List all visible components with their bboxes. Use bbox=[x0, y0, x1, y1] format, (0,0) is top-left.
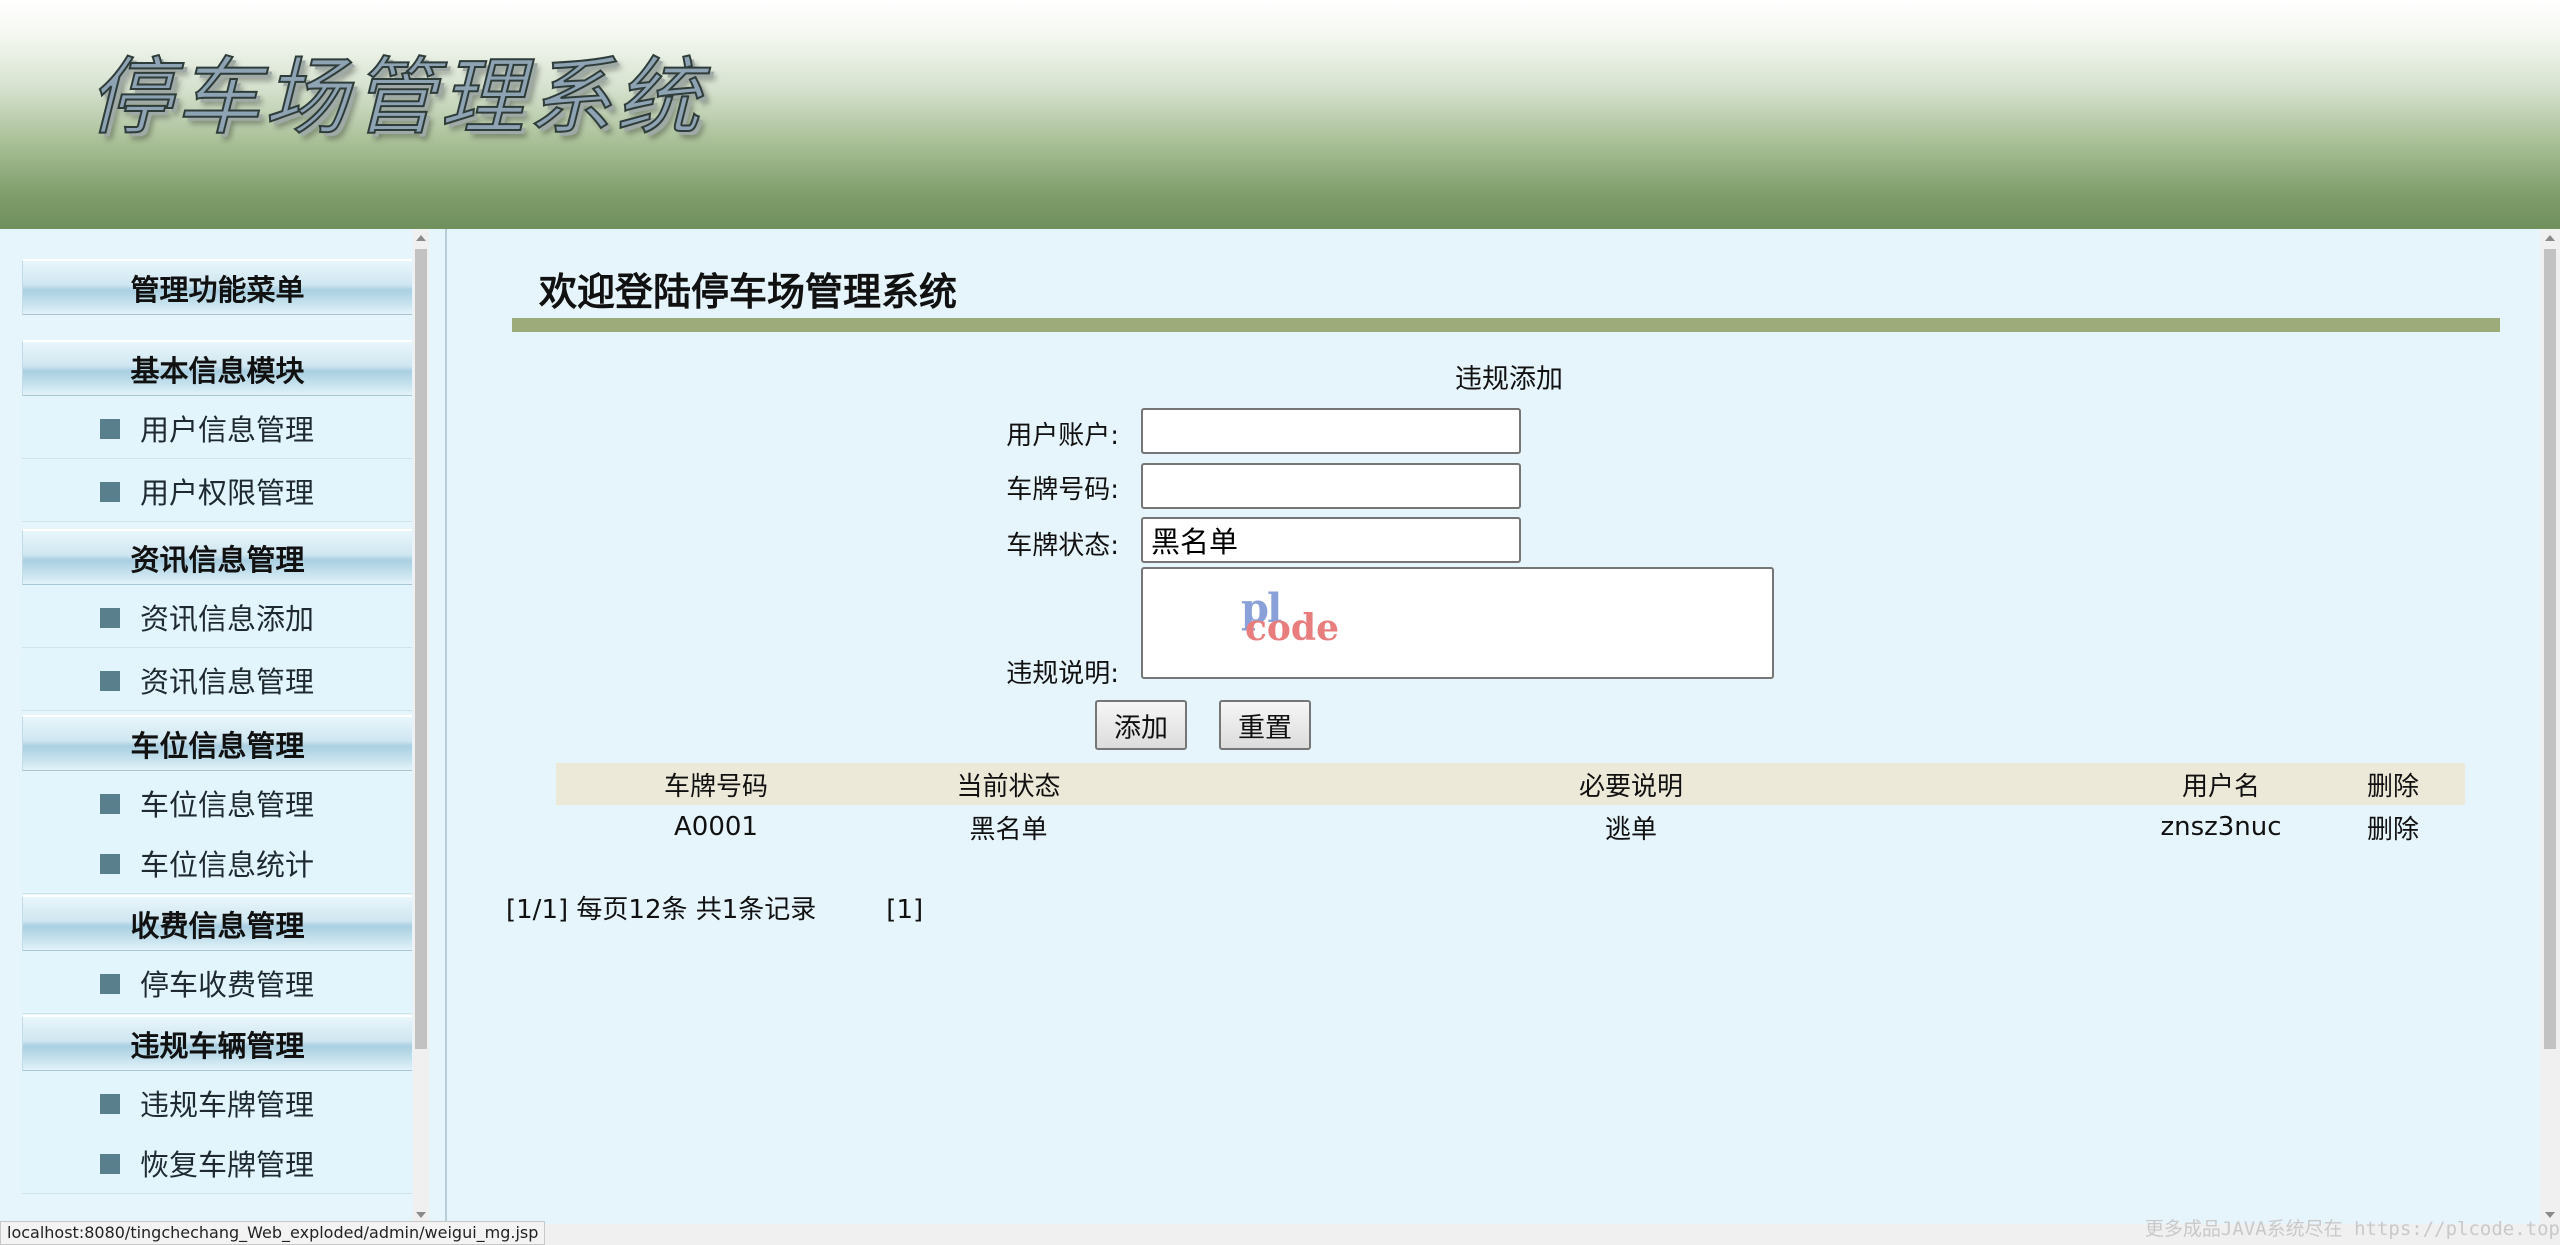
sidebar-item-restore-plate[interactable]: 恢复车牌管理 bbox=[22, 1132, 412, 1194]
column-username: 用户名 bbox=[2121, 763, 2321, 805]
sidebar-item-label: 车位信息统计 bbox=[140, 847, 315, 882]
sidebar-item-user-permission[interactable]: 用户权限管理 bbox=[22, 460, 412, 522]
menu-title: 管理功能菜单 bbox=[22, 259, 412, 315]
section-news-info[interactable]: 资讯信息管理 bbox=[22, 529, 412, 585]
column-description: 必要说明 bbox=[1141, 763, 2121, 805]
header-banner: 停车场管理系统 bbox=[0, 0, 2560, 229]
sidebar-item-news-add[interactable]: 资讯信息添加 bbox=[22, 586, 412, 648]
sidebar-item-user-info[interactable]: 用户信息管理 bbox=[22, 397, 412, 459]
column-delete: 删除 bbox=[2321, 763, 2465, 805]
section-fee-info[interactable]: 收费信息管理 bbox=[22, 895, 412, 951]
bullet-square-icon bbox=[100, 608, 120, 628]
scroll-up-arrow-icon[interactable] bbox=[416, 235, 426, 241]
sidebar-item-label: 用户权限管理 bbox=[140, 475, 315, 510]
reset-button[interactable]: 重置 bbox=[1219, 700, 1311, 750]
sidebar-item-label: 资讯信息添加 bbox=[140, 601, 315, 636]
sidebar-item-label: 用户信息管理 bbox=[140, 412, 315, 447]
sidebar-item-space-stats[interactable]: 车位信息统计 bbox=[22, 832, 412, 894]
pagination: [1/1] 每页12条 共1条记录 [1] bbox=[506, 889, 923, 926]
section-basic-info[interactable]: 基本信息模块 bbox=[22, 340, 412, 396]
plate-status-label: 车牌状态: bbox=[1006, 531, 1119, 561]
sidebar-item-parking-fee[interactable]: 停车收费管理 bbox=[22, 952, 412, 1014]
sidebar-item-label: 恢复车牌管理 bbox=[140, 1147, 315, 1182]
sidebar-item-space-manage[interactable]: 车位信息管理 bbox=[22, 772, 412, 834]
section-violation-vehicle[interactable]: 违规车辆管理 bbox=[22, 1015, 412, 1071]
bullet-square-icon bbox=[100, 1094, 120, 1114]
sidebar-item-label: 违规车牌管理 bbox=[140, 1087, 315, 1122]
sidebar-item-label: 资讯信息管理 bbox=[140, 664, 315, 699]
title-divider bbox=[512, 318, 2500, 332]
cell-description: 逃单 bbox=[1604, 814, 1657, 845]
delete-link[interactable]: 删除 bbox=[2321, 805, 2465, 849]
column-current-status: 当前状态 bbox=[876, 763, 1141, 805]
cell-plate-number: A0001 bbox=[674, 812, 758, 842]
cell-current-status: 黑名单 bbox=[969, 814, 1048, 845]
plate-number-label: 车牌号码: bbox=[1006, 475, 1119, 505]
main-content: 欢迎登陆停车场管理系统 违规添加 用户账户: 车牌号码: 车牌状态: 违规说明:… bbox=[449, 229, 2540, 1224]
pagination-summary: [1/1] 每页12条 共1条记录 bbox=[506, 895, 817, 925]
plate-number-input[interactable] bbox=[1141, 463, 1521, 509]
sidebar-scroll-thumb[interactable] bbox=[415, 249, 427, 1049]
violation-table: 车牌号码 当前状态 必要说明 用户名 删除 A0001 黑名单 逃单 znsz3… bbox=[556, 763, 2465, 849]
bullet-square-icon bbox=[100, 974, 120, 994]
violation-description-textarea[interactable] bbox=[1141, 567, 1774, 679]
table-row: A0001 黑名单 逃单 znsz3nuc 删除 bbox=[556, 805, 2465, 849]
scroll-down-arrow-icon[interactable] bbox=[416, 1212, 426, 1218]
page-title: 欢迎登陆停车场管理系统 bbox=[539, 269, 958, 314]
sidebar-scrollbar[interactable] bbox=[413, 229, 429, 1224]
sidebar-item-label: 车位信息管理 bbox=[140, 787, 315, 822]
system-title: 停车场管理系统 bbox=[87, 47, 705, 147]
bullet-square-icon bbox=[100, 671, 120, 691]
bullet-square-icon bbox=[100, 1154, 120, 1174]
violation-description-label: 违规说明: bbox=[1006, 659, 1119, 689]
scroll-up-arrow-icon[interactable] bbox=[2545, 235, 2555, 241]
sidebar-item-violation-plate[interactable]: 违规车牌管理 bbox=[22, 1072, 412, 1134]
cell-username: znsz3nuc bbox=[2160, 812, 2282, 842]
bottom-watermark-text: 更多成品JAVA系统尽在 https://plcode.top bbox=[2144, 1218, 2560, 1240]
sidebar-item-news-manage[interactable]: 资讯信息管理 bbox=[22, 649, 412, 711]
add-button[interactable]: 添加 bbox=[1095, 700, 1187, 750]
main-scrollbar[interactable] bbox=[2540, 229, 2560, 1224]
bullet-square-icon bbox=[100, 854, 120, 874]
bullet-square-icon bbox=[100, 419, 120, 439]
column-plate-number: 车牌号码 bbox=[556, 763, 876, 805]
status-bar-url: localhost:8080/tingchechang_Web_exploded… bbox=[0, 1221, 546, 1245]
table-header-row: 车牌号码 当前状态 必要说明 用户名 删除 bbox=[556, 763, 2465, 805]
form-title: 违规添加 bbox=[1455, 364, 1563, 395]
sidebar-item-label: 停车收费管理 bbox=[140, 967, 315, 1002]
bullet-square-icon bbox=[100, 482, 120, 502]
bullet-square-icon bbox=[100, 794, 120, 814]
main-scroll-thumb[interactable] bbox=[2544, 249, 2556, 1049]
plate-status-input[interactable] bbox=[1141, 517, 1521, 563]
section-parking-space[interactable]: 车位信息管理 bbox=[22, 715, 412, 771]
user-account-input[interactable] bbox=[1141, 408, 1521, 454]
page-link-1[interactable]: [1] bbox=[886, 895, 923, 925]
user-account-label: 用户账户: bbox=[1006, 421, 1119, 451]
sidebar-menu: 管理功能菜单 基本信息模块 用户信息管理 用户权限管理 资讯信息管理 资讯信息添… bbox=[0, 229, 447, 1224]
